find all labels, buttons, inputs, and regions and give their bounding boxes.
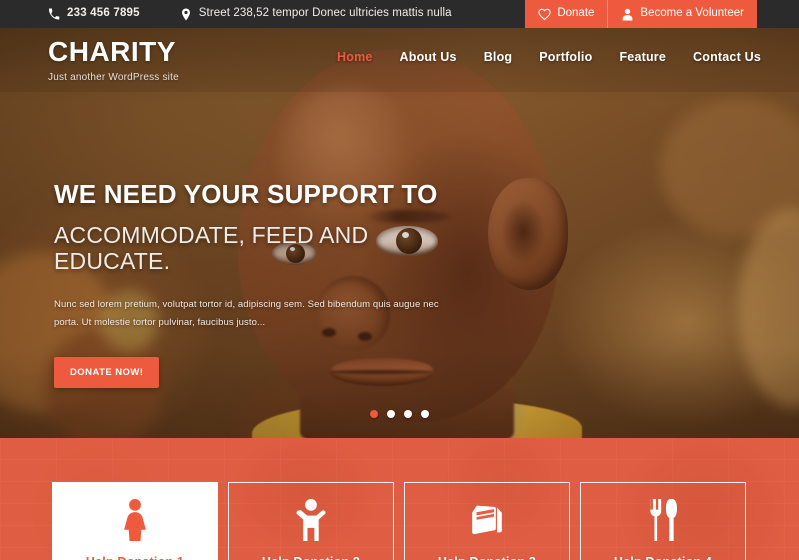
slider-pagination	[0, 410, 799, 418]
slider-dot-1[interactable]	[370, 410, 378, 418]
donate-button[interactable]: Donate	[525, 0, 607, 28]
location-pin-icon	[180, 8, 192, 21]
donation-card-1[interactable]: Help Donation 1	[52, 482, 218, 560]
nav-item-home[interactable]: Home	[337, 50, 373, 64]
phone-icon	[48, 8, 60, 21]
slider-dot-3[interactable]	[404, 410, 412, 418]
donation-card-title: Help Donation 1	[86, 555, 184, 560]
hero-headline-line1: WE NEED YOUR SUPPORT TO	[54, 179, 438, 209]
donate-button-label: Donate	[557, 7, 595, 20]
woman-icon	[118, 499, 152, 541]
phone-number: 233 456 7895	[67, 7, 140, 20]
donation-card-title: Help Donation 2	[262, 555, 360, 560]
slider-dot-2[interactable]	[387, 410, 395, 418]
main-navigation: Home About Us Blog Portfolio Feature Con…	[337, 50, 761, 64]
heart-icon	[538, 8, 552, 21]
logo-tagline: Just another WordPress site	[48, 72, 179, 83]
book-icon	[470, 499, 504, 541]
become-volunteer-button[interactable]: Become a Volunteer	[607, 0, 757, 28]
donation-card-3[interactable]: Help Donation 3	[404, 482, 570, 560]
nav-item-about-us[interactable]: About Us	[400, 50, 457, 64]
nav-item-contact-us[interactable]: Contact Us	[693, 50, 761, 64]
hero-paragraph: Nunc sed lorem pretium, volutpat tortor …	[54, 299, 439, 328]
hero-headline-line2: ACCOMMODATE, FEED AND EDUCATE.	[54, 221, 369, 274]
donation-card-title: Help Donation 3	[438, 555, 536, 560]
site-header: CHARITY Just another WordPress site Home…	[0, 28, 799, 92]
nav-item-blog[interactable]: Blog	[484, 50, 513, 64]
volunteer-button-label: Become a Volunteer	[640, 7, 744, 20]
user-icon	[621, 8, 634, 21]
contact-address[interactable]: Street 238,52 tempor Donec ultricies mat…	[180, 8, 452, 21]
logo-title: CHARITY	[48, 36, 176, 67]
donation-cards-section: Help Donation 1 Help Donation 2 Help Don…	[0, 438, 799, 560]
nav-item-feature[interactable]: Feature	[619, 50, 666, 64]
donate-now-button[interactable]: DONATE NOW!	[54, 357, 160, 389]
child-icon	[294, 499, 328, 541]
fork-knife-icon	[646, 499, 680, 541]
site-logo[interactable]: CHARITY Just another WordPress site	[48, 36, 179, 84]
donation-card-2[interactable]: Help Donation 2	[228, 482, 394, 560]
top-action-buttons: Donate Become a Volunteer	[525, 0, 757, 28]
charity-homepage: 233 456 7895 Street 238,52 tempor Donec …	[0, 0, 799, 560]
address-text: Street 238,52 tempor Donec ultricies mat…	[198, 7, 452, 20]
donation-card-list: Help Donation 1 Help Donation 2 Help Don…	[52, 482, 746, 560]
donation-card-4[interactable]: Help Donation 4	[580, 482, 746, 560]
hero-content: WE NEED YOUR SUPPORT TO ACCOMMODATE, FEE…	[54, 179, 484, 389]
donation-card-title: Help Donation 4	[614, 555, 712, 560]
slider-dot-4[interactable]	[421, 410, 429, 418]
nav-item-portfolio[interactable]: Portfolio	[539, 50, 592, 64]
contact-phone[interactable]: 233 456 7895	[48, 8, 140, 21]
top-contact-bar: 233 456 7895 Street 238,52 tempor Donec …	[0, 0, 799, 28]
